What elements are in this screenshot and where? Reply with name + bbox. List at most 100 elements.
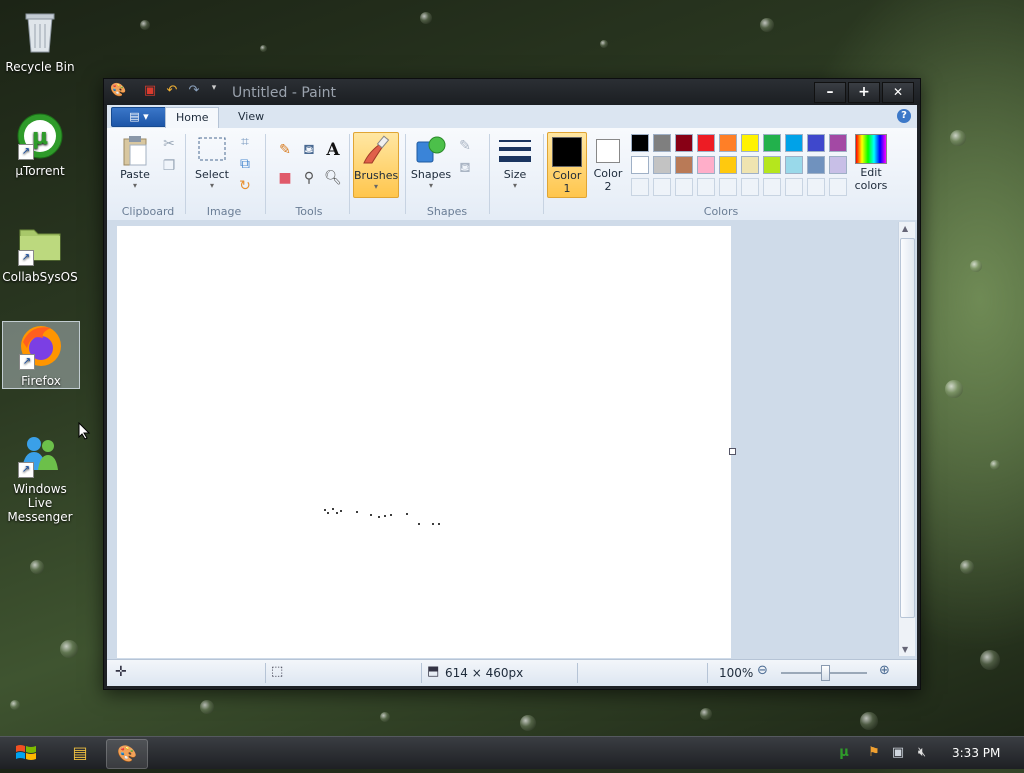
desktop-icon-firefox[interactable]: ↗ Firefox <box>2 321 80 389</box>
status-separator <box>421 663 422 683</box>
maximize-button[interactable]: + <box>848 82 880 103</box>
palette-swatch[interactable] <box>785 156 803 174</box>
copy-icon[interactable]: ❐ <box>159 156 179 176</box>
pencil-icon[interactable]: ✎ <box>275 140 295 160</box>
ribbon-tab-bar: ▤ ▾ Home View ? <box>107 105 917 129</box>
color2-button[interactable]: Color 2 <box>589 132 627 193</box>
palette-swatch[interactable] <box>653 156 671 174</box>
cut-icon[interactable]: ✂ <box>159 134 179 154</box>
color1-button[interactable]: Color 1 <box>547 132 587 198</box>
ribbon: Paste ▾ ✂ ❐ Clipboard Select ▾ ⌗ ⧉ ↻ Ima… <box>107 128 917 221</box>
ribbon-separator <box>405 134 406 214</box>
group-label-colors: Colors <box>703 205 739 218</box>
desktop-icon-windows-live-messenger[interactable]: ↗ Windows Live Messenger <box>2 430 78 524</box>
palette-swatch[interactable] <box>631 134 649 152</box>
paint-app-icon[interactable]: 🎨 <box>110 83 126 101</box>
palette-swatch[interactable] <box>631 178 649 196</box>
scroll-up-icon[interactable]: ▲ <box>902 224 908 233</box>
crop-icon[interactable]: ⌗ <box>235 132 255 152</box>
shapes-button[interactable]: Shapes ▾ <box>409 134 453 190</box>
palette-swatch[interactable] <box>697 156 715 174</box>
taskbar-explorer-icon[interactable]: ▤ <box>60 739 100 767</box>
palette-swatch[interactable] <box>829 178 847 196</box>
windows-logo-icon <box>16 745 36 760</box>
size-button[interactable]: Size ▾ <box>495 134 535 190</box>
paint-window[interactable]: 🎨 ▣ ↶ ↷ ▾ Untitled - Paint – + ✕ ▤ ▾ Hom… <box>103 78 921 690</box>
fill-bucket-icon[interactable]: ⛾ <box>299 140 319 160</box>
select-button[interactable]: Select ▾ <box>191 134 233 190</box>
tray-network-icon[interactable]: ▣ <box>890 745 906 761</box>
palette-swatch[interactable] <box>675 178 693 196</box>
palette-swatch[interactable] <box>719 156 737 174</box>
desktop-icon-recycle-bin[interactable]: Recycle Bin <box>2 8 78 74</box>
palette-swatch[interactable] <box>653 178 671 196</box>
rotate-icon[interactable]: ↻ <box>235 176 255 196</box>
fill-icon[interactable]: ⛾ <box>455 158 475 178</box>
paint-menu-button[interactable]: ▤ ▾ <box>111 107 167 127</box>
customize-toolbar-chevron-icon[interactable]: ▾ <box>206 83 222 101</box>
desktop-icon-collabsysos[interactable]: ↗ CollabSysOS <box>2 218 78 284</box>
palette-swatch[interactable] <box>829 134 847 152</box>
desktop-icon-utorrent[interactable]: µ ↗ µTorrent <box>2 112 78 178</box>
color-wheel-icon <box>855 134 887 164</box>
tray-flag-icon[interactable]: ⚑ <box>866 745 882 761</box>
canvas-size-icon: ⬒ <box>427 664 440 679</box>
zoom-in-icon[interactable]: ⊕ <box>879 663 890 678</box>
palette-swatch[interactable] <box>807 134 825 152</box>
palette-swatch[interactable] <box>719 178 737 196</box>
start-button[interactable] <box>6 739 46 767</box>
drawing-canvas[interactable] <box>117 226 731 658</box>
help-icon[interactable]: ? <box>897 109 911 123</box>
palette-swatch[interactable] <box>829 156 847 174</box>
tab-home[interactable]: Home <box>165 107 220 129</box>
edit-colors-button[interactable]: Edit colors <box>851 134 891 192</box>
save-icon[interactable]: ▣ <box>142 83 158 101</box>
scroll-down-icon[interactable]: ▼ <box>902 645 908 654</box>
palette-swatch[interactable] <box>697 134 715 152</box>
palette-swatch[interactable] <box>675 134 693 152</box>
palette-swatch[interactable] <box>675 156 693 174</box>
palette-swatch[interactable] <box>697 178 715 196</box>
paste-button[interactable]: Paste ▾ <box>115 134 155 190</box>
magnifier-icon[interactable]: 🔍︎ <box>323 168 343 188</box>
tray-volume-muted-icon[interactable]: 🔇︎ <box>914 745 930 761</box>
palette-swatch[interactable] <box>653 134 671 152</box>
palette-swatch[interactable] <box>763 156 781 174</box>
palette-swatch[interactable] <box>785 178 803 196</box>
title-bar[interactable]: 🎨 ▣ ↶ ↷ ▾ Untitled - Paint – + ✕ <box>104 79 920 105</box>
palette-swatch[interactable] <box>719 134 737 152</box>
palette-swatch[interactable] <box>807 156 825 174</box>
brushes-button[interactable]: Brushes ▾ <box>353 132 399 198</box>
color-picker-icon[interactable]: ⚲ <box>299 168 319 188</box>
outline-icon[interactable]: ✎ <box>455 136 475 156</box>
redo-icon[interactable]: ↷ <box>186 83 202 101</box>
window-title: Untitled - Paint <box>232 85 336 101</box>
zoom-slider-thumb[interactable] <box>821 665 830 681</box>
zoom-out-icon[interactable]: ⊖ <box>757 663 768 678</box>
taskbar-paint-icon[interactable]: 🎨 <box>106 739 148 769</box>
eraser-icon[interactable]: ■ <box>275 168 295 188</box>
text-tool-icon[interactable]: A <box>323 140 343 160</box>
canvas-resize-handle[interactable] <box>729 448 736 455</box>
close-button[interactable]: ✕ <box>882 82 914 103</box>
palette-swatch[interactable] <box>741 178 759 196</box>
zoom-level: 100% <box>719 666 754 680</box>
palette-swatch[interactable] <box>741 134 759 152</box>
shortcut-arrow-icon: ↗ <box>18 462 34 478</box>
svg-text:µ: µ <box>32 125 48 150</box>
palette-swatch[interactable] <box>763 134 781 152</box>
palette-swatch[interactable] <box>631 156 649 174</box>
palette-swatch[interactable] <box>763 178 781 196</box>
vertical-scrollbar[interactable]: ▲ ▼ <box>898 222 915 656</box>
palette-swatch[interactable] <box>807 178 825 196</box>
resize-icon[interactable]: ⧉ <box>235 154 255 174</box>
tray-utorrent-icon[interactable]: µ <box>836 745 852 761</box>
undo-icon[interactable]: ↶ <box>164 83 180 101</box>
minimize-button[interactable]: – <box>814 82 846 103</box>
palette-swatch[interactable] <box>785 134 803 152</box>
palette-swatch[interactable] <box>741 156 759 174</box>
tab-view[interactable]: View <box>228 107 274 128</box>
taskbar-clock[interactable]: 3:33 PM <box>952 746 1000 760</box>
scrollbar-thumb[interactable] <box>900 238 915 618</box>
status-separator <box>265 663 266 683</box>
